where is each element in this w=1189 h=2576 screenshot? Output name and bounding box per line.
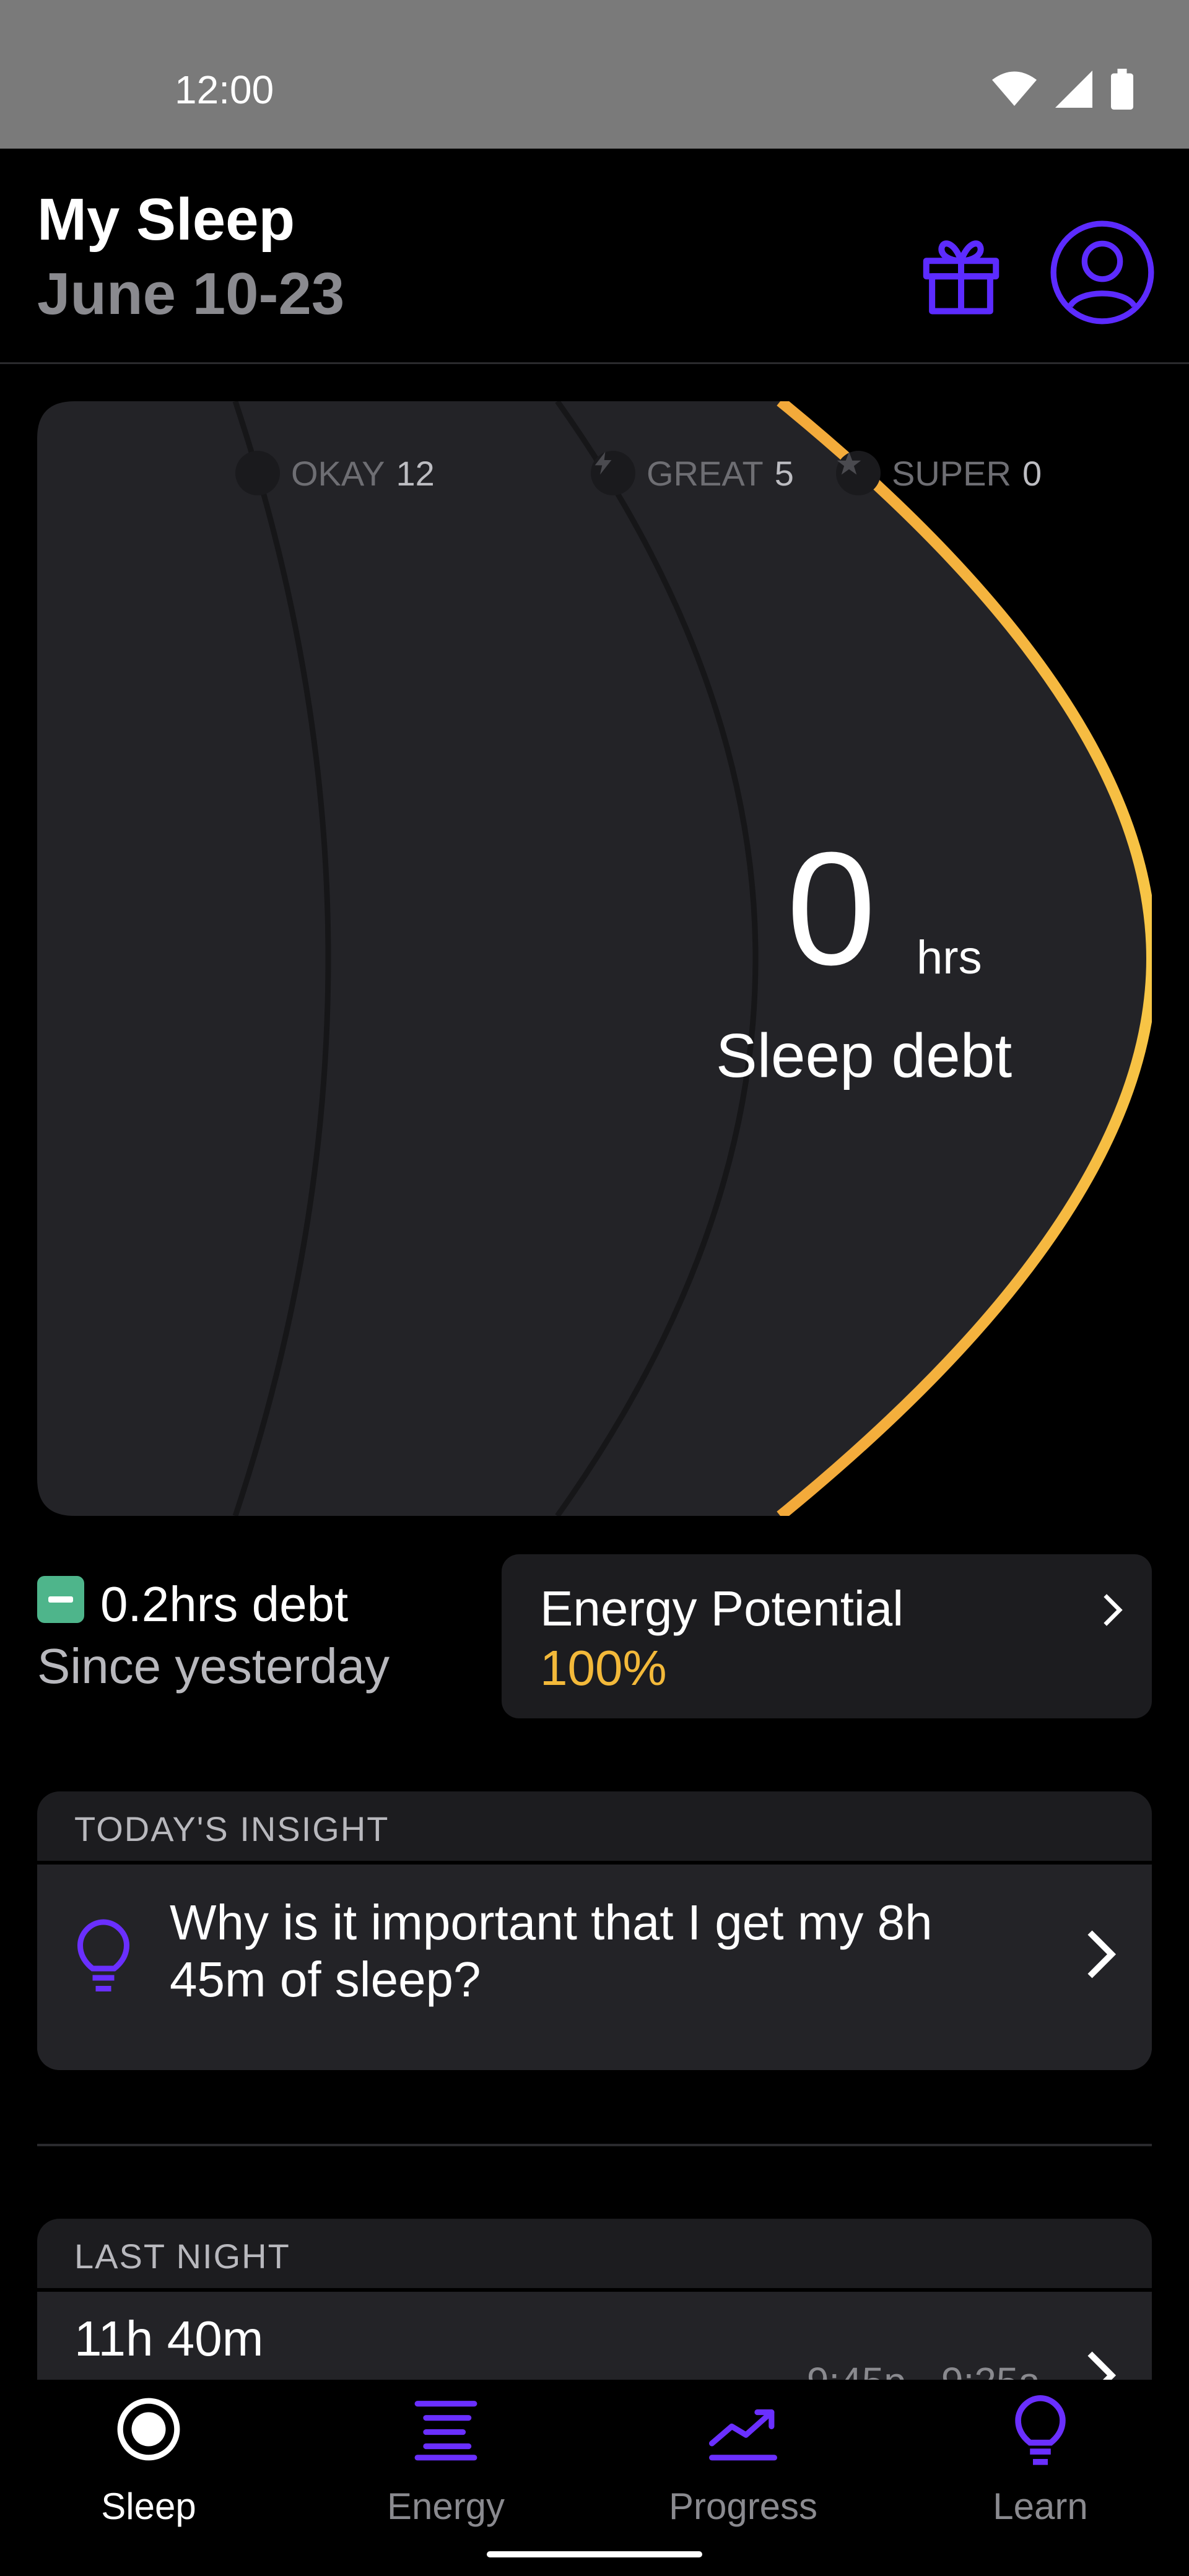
insight-body: Why is it important that I get my 8h 45m… [37,1865,1152,2070]
todays-insight-card[interactable]: TODAY'S INSIGHT Why is it important that… [37,1791,1152,2070]
bottom-tab-bar: Sleep Energy Progress Learn [0,2380,1189,2576]
zone-super-count: 0 [1022,453,1042,493]
rewards-button[interactable] [905,217,1017,328]
insight-header: TODAY'S INSIGHT [37,1791,1152,1865]
tab-learn[interactable]: Learn [892,2380,1189,2528]
debt-change-since: Since yesterday [37,1638,390,1694]
zone-super-label: SUPER [892,453,1011,493]
tab-learn-label: Learn [993,2486,1088,2527]
lightbulb-icon [77,1919,130,1991]
last-night-card[interactable]: LAST NIGHT 11h 40m 9:45p - 9:25a [37,2219,1152,2380]
home-indicator[interactable] [487,2551,702,2557]
zone-okay-count: 12 [396,453,435,493]
date-range: June 10-23 [37,261,345,327]
zone-super: SUPER 0 [836,451,1042,495]
sleep-debt-gauge[interactable]: OKAY 12 GREAT 5 SUPER 0 0 hrs Sleep debt [37,401,1152,1516]
tab-progress-label: Progress [668,2486,818,2527]
zone-great: GREAT 5 [591,451,794,495]
minus-badge-icon [37,1576,84,1623]
insight-question: Why is it important that I get my 8h 45m… [170,1895,933,2007]
energy-potential-value: 100% [540,1640,667,1695]
page-header: My Sleep June 10-23 [0,149,1189,364]
debt-change-value: 0.2hrs debt [100,1577,349,1632]
battery-icon [1111,69,1133,110]
zone-great-label: GREAT [647,453,764,493]
last-night-body: 11h 40m 9:45p - 9:25a [37,2292,1152,2380]
sleep-zones-graphic [37,401,1152,1516]
last-night-header: LAST NIGHT [37,2219,1152,2292]
status-time: 12:00 [175,67,274,112]
tab-sleep-label: Sleep [101,2486,196,2527]
tab-sleep[interactable]: Sleep [0,2380,297,2528]
zone-great-count: 5 [774,453,794,493]
energy-lines-icon [414,2401,477,2461]
energy-potential-card[interactable]: Energy Potential 100% [502,1554,1152,1718]
energy-potential-title: Energy Potential [540,1581,904,1636]
sleep-debt-label: Sleep debt [716,1021,1013,1090]
star-icon [836,451,881,495]
insight-header-label: TODAY'S INSIGHT [74,1809,390,1848]
gauge-background [37,401,1152,1516]
sleep-debt-value: 0 [786,819,876,999]
zone-okay: OKAY 12 [235,451,435,495]
chevron-right-icon [1087,2351,1117,2380]
profile-button[interactable] [1047,217,1158,328]
last-night-header-label: LAST NIGHT [74,2237,290,2276]
tab-energy-label: Energy [386,2486,505,2527]
wifi-icon [992,71,1037,106]
chevron-right-icon [1087,1930,1117,1978]
profile-icon [1050,220,1154,324]
zone-okay-label: OKAY [291,453,385,493]
sleep-debt-unit: hrs [917,931,982,984]
last-night-duration: 11h 40m [74,2311,264,2366]
circle-icon [235,451,280,495]
status-icons [992,67,1133,111]
gift-icon [923,240,1000,315]
cellular-icon [1055,71,1092,108]
page-title: My Sleep [37,186,295,253]
bolt-icon [591,451,635,495]
tab-progress[interactable]: Progress [594,2380,892,2528]
trend-icon [709,2409,777,2461]
sleep-target-icon [117,2398,180,2461]
chevron-right-icon [1104,1594,1123,1626]
section-divider [37,2144,1152,2146]
lightbulb-icon [1015,2395,1066,2465]
status-bar: 12:00 [0,0,1189,149]
last-night-times: 9:45p - 9:25a [807,2359,1040,2380]
tab-energy[interactable]: Energy [297,2380,594,2528]
